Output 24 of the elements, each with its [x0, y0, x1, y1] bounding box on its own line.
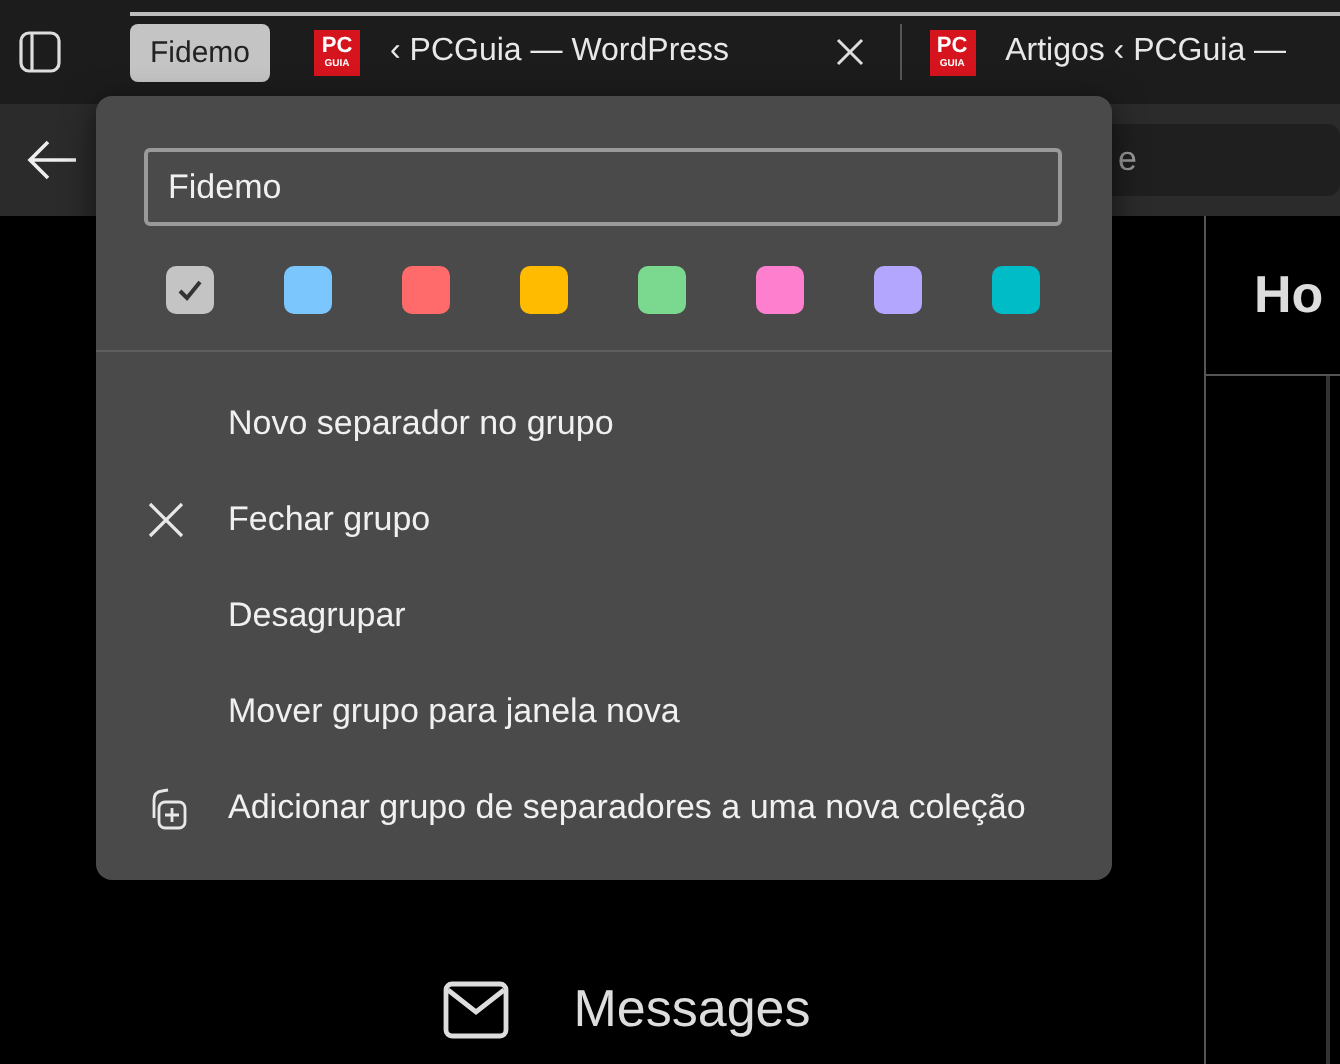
menu-item[interactable]: Novo separador no grupo [96, 376, 1112, 472]
nav-item[interactable]: Messages [573, 978, 811, 1040]
sidebar-icon[interactable] [18, 30, 62, 74]
color-swatch[interactable] [166, 266, 214, 314]
color-swatch[interactable] [520, 266, 568, 314]
color-swatch[interactable] [992, 266, 1040, 314]
group-name-field[interactable]: Fidemo [144, 148, 1062, 226]
envelope-icon[interactable] [441, 979, 510, 1039]
menu-item[interactable]: Mover grupo para janela nova [96, 664, 1112, 760]
color-swatch[interactable] [874, 266, 922, 314]
back-arrow-icon[interactable] [26, 138, 78, 182]
tab-title: ‹ PCGuia — WordPress [390, 34, 730, 70]
menu-item[interactable]: Fechar grupo [96, 472, 1112, 568]
close-icon[interactable] [835, 38, 864, 66]
tab-title: Artigos ‹ PCGuia — [1005, 34, 1287, 70]
color-swatch[interactable] [756, 266, 804, 314]
page-heading: Ho [1254, 264, 1324, 326]
color-swatch[interactable] [638, 266, 686, 314]
tab-group-label[interactable]: Fidemo [130, 23, 271, 81]
color-swatch[interactable] [402, 266, 450, 314]
menu-item[interactable]: Adicionar grupo de separadores a uma nova coleção [96, 760, 1112, 856]
close-icon [146, 500, 186, 540]
menu-item[interactable]: Desagrupar [96, 568, 1112, 664]
color-swatch[interactable] [284, 266, 332, 314]
